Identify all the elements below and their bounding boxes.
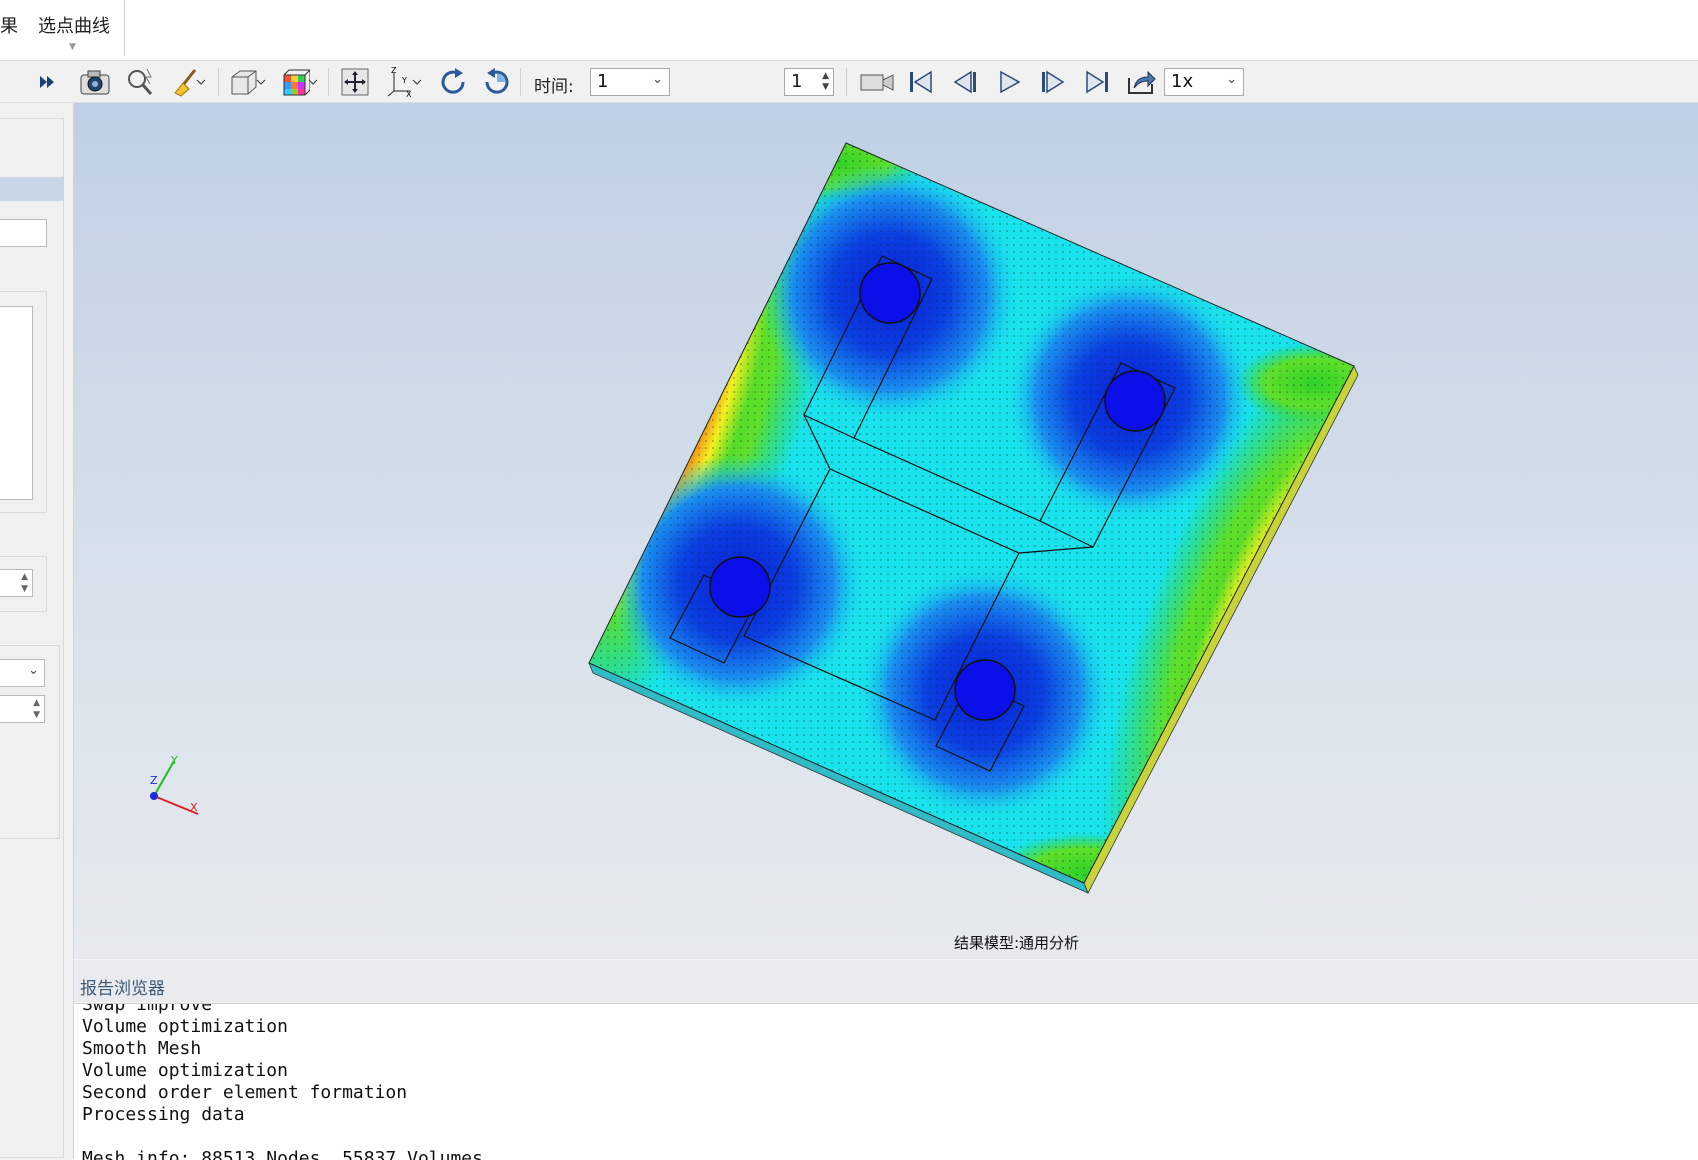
log-line: Second order element formation xyxy=(82,1082,408,1103)
3d-viewport[interactable]: Y X Z xyxy=(74,103,1698,959)
speed-select[interactable]: 1x ⌄ xyxy=(1164,68,1244,96)
ribbon-tab-result[interactable]: 果 xyxy=(0,12,18,38)
panel-frame xyxy=(0,118,64,1158)
speed-select-value: 1x xyxy=(1171,71,1194,92)
chevron-down-icon: ⌄ xyxy=(28,663,39,678)
triad-y-label: Y xyxy=(170,754,178,767)
panel-selected-row[interactable] xyxy=(0,177,64,201)
support-pad[interactable] xyxy=(859,262,921,324)
time-label: 时间: xyxy=(534,77,574,97)
chevron-down-icon: ⌄ xyxy=(1226,72,1237,87)
play-icon[interactable] xyxy=(992,66,1026,98)
log-line: Swap improve xyxy=(82,1003,213,1015)
panel-list-box[interactable] xyxy=(0,306,33,500)
chevron-down-icon[interactable] xyxy=(410,66,424,98)
screenshot-camera-icon[interactable] xyxy=(78,66,112,98)
panel-text-field[interactable] xyxy=(0,219,47,247)
ribbon-tab-point-curve[interactable]: 选点曲线 xyxy=(38,12,110,38)
triad-z-axis xyxy=(150,792,158,800)
panel-spinner[interactable]: ▲ ▼ xyxy=(0,695,45,723)
panel-spinner[interactable]: ▲ ▼ xyxy=(0,569,33,597)
ribbon: 果 选点曲线 ▼ xyxy=(0,0,1698,61)
log-line: Mesh info: 88513 Nodes, 55837 Volumes xyxy=(82,1148,483,1160)
spinner-down-icon[interactable]: ▼ xyxy=(21,584,28,594)
spinner-up-icon[interactable]: ▲ xyxy=(822,72,829,81)
log-line: Smooth Mesh xyxy=(82,1038,202,1059)
rotate-cw-icon[interactable] xyxy=(436,66,470,98)
step-spinner[interactable]: 1 ▲ ▼ xyxy=(784,68,834,96)
triad-z-label: Z xyxy=(150,774,158,787)
support-pad[interactable] xyxy=(954,659,1016,721)
log-line: Volume optimization xyxy=(82,1016,288,1037)
spinner-up-icon[interactable]: ▲ xyxy=(33,698,40,708)
chevron-down-icon: ⌄ xyxy=(652,72,663,87)
spinner-up-icon[interactable]: ▲ xyxy=(21,572,28,582)
fea-result-render[interactable]: Y X Z xyxy=(74,103,1698,959)
ribbon-expand-caret[interactable]: ▼ xyxy=(69,42,76,52)
report-browser-log[interactable]: Swap improve Volume optimization Smooth … xyxy=(74,1003,1698,1160)
chevron-down-icon[interactable] xyxy=(194,66,208,98)
toolbar-separator xyxy=(520,68,521,96)
toolbar-separator xyxy=(218,68,219,96)
support-pad[interactable] xyxy=(1104,370,1166,432)
viewer-toolbar: ZYX 时间: 1 ⌄ 1 ▲ ▼ 1x ⌄ xyxy=(0,62,1698,150)
log-line: Volume optimization xyxy=(82,1060,288,1081)
record-video-icon[interactable] xyxy=(858,66,896,98)
expand-panel-icon[interactable] xyxy=(30,66,64,98)
export-icon[interactable] xyxy=(1124,66,1158,98)
last-frame-icon[interactable] xyxy=(1080,66,1114,98)
axis-triad: Y X Z xyxy=(150,754,199,815)
report-browser-header xyxy=(74,960,1698,1002)
chevron-down-icon[interactable] xyxy=(254,66,268,98)
panel-dropdown[interactable]: ⌄ xyxy=(0,659,45,687)
support-pad[interactable] xyxy=(709,556,771,618)
ribbon-separator xyxy=(124,0,125,56)
result-model-label: 结果模型:通用分析 xyxy=(954,934,1080,952)
toolbar-separator xyxy=(328,68,329,96)
first-frame-icon[interactable] xyxy=(904,66,938,98)
plate-top-face xyxy=(589,143,1354,883)
log-line: Processing data xyxy=(82,1104,245,1125)
chevron-down-icon[interactable] xyxy=(306,66,320,98)
left-property-panel: ▲ ▼ ⌄ ▲ ▼ xyxy=(0,103,74,1159)
fit-view-icon[interactable] xyxy=(338,66,372,98)
spinner-down-icon[interactable]: ▼ xyxy=(822,83,829,92)
spinner-down-icon[interactable]: ▼ xyxy=(33,710,40,720)
probe-magnifier-icon[interactable] xyxy=(124,66,158,98)
previous-frame-icon[interactable] xyxy=(948,66,982,98)
time-select[interactable]: 1 ⌄ xyxy=(590,68,670,96)
triad-x-label: X xyxy=(190,801,198,814)
svg-text:Z: Z xyxy=(391,67,397,75)
time-select-value: 1 xyxy=(597,71,609,92)
toolbar-separator xyxy=(846,68,847,96)
report-browser-title: 报告浏览器 xyxy=(80,979,165,999)
next-frame-icon[interactable] xyxy=(1036,66,1070,98)
svg-text:Y: Y xyxy=(401,76,407,85)
step-spinner-value: 1 xyxy=(791,71,803,92)
rotate-ccw-icon[interactable] xyxy=(480,66,514,98)
